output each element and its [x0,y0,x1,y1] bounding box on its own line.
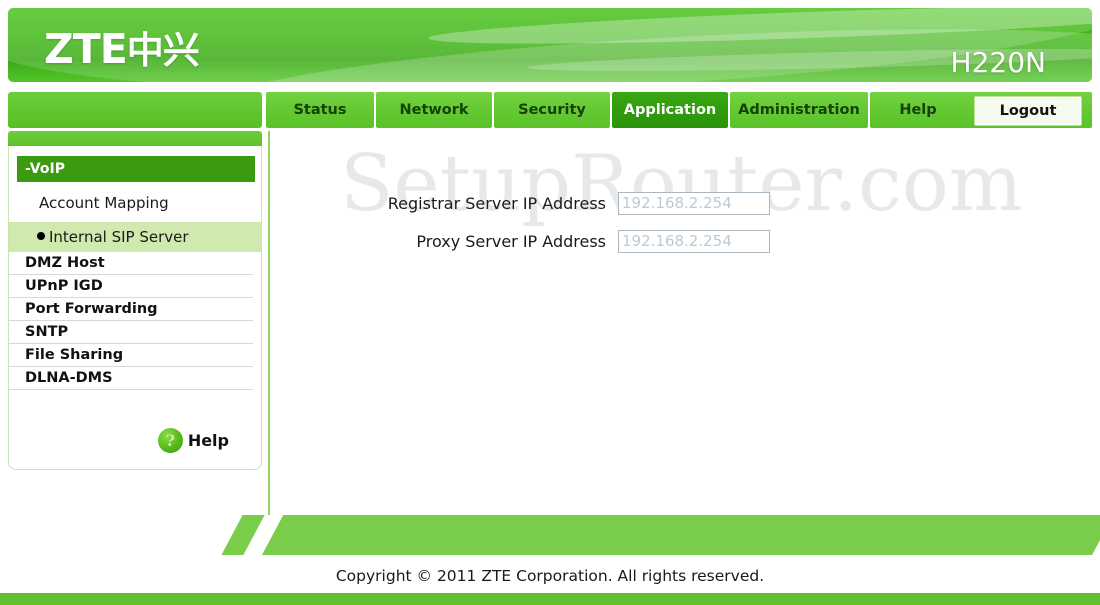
sidebar-item-label: Account Mapping [39,194,169,212]
logout-cell: Logout [962,92,1092,128]
router-model-label: H220N [950,46,1046,79]
sidebar-item-dmz-host[interactable]: DMZ Host [9,252,253,275]
router-admin-page: ZTE中兴 H220N Status Network Security Appl… [0,0,1100,605]
question-mark-icon: ? [157,428,183,453]
sidebar-menu: -VoIP Account Mapping Internal SIP Serve… [8,146,262,470]
tab-help[interactable]: Help [870,92,966,128]
help-link[interactable]: ? Help [157,428,229,453]
header-banner: ZTE中兴 H220N [8,8,1092,82]
registrar-server-label: Registrar Server IP Address [387,193,606,213]
tab-application[interactable]: Application [612,92,728,128]
form-row-registrar-server: Registrar Server IP Address [270,187,1092,219]
bullet-icon [37,232,45,240]
main-navigation: Status Network Security Application Admi… [0,90,1100,130]
page-header: ZTE中兴 H220N [0,0,1100,88]
zte-logo: ZTE中兴 [44,25,200,74]
sidebar-item-dlna-dms[interactable]: DLNA-DMS [9,367,253,390]
tab-security[interactable]: Security [494,92,610,128]
copyright-text: Copyright © 2011 ZTE Corporation. All ri… [335,567,765,585]
sidebar-item-list: DMZ Host UPnP IGD Port Forwarding SNTP F… [9,252,261,390]
sidebar-item-account-mapping[interactable]: Account Mapping [9,188,261,218]
sidebar-item-upnp-igd[interactable]: UPnP IGD [9,275,253,298]
main-content-panel: SetupRouter.com Registrar Server IP Addr… [268,131,1092,515]
form-row-proxy-server: Proxy Server IP Address [270,225,1092,257]
sidebar-item-internal-sip-server[interactable]: Internal SIP Server [9,222,261,252]
tab-administration[interactable]: Administration [730,92,868,128]
sidebar-top-strip [8,131,262,146]
sidebar-item-file-sharing[interactable]: File Sharing [9,344,253,367]
registrar-server-ip-input[interactable] [618,191,770,215]
sidebar-group-voip[interactable]: -VoIP [17,156,255,182]
help-label: Help [187,431,229,450]
tab-status[interactable]: Status [266,92,374,128]
nav-left-filler [8,92,262,128]
logout-button[interactable]: Logout [974,96,1082,126]
nav-tab-list: Status Network Security Application Admi… [266,92,966,128]
sip-server-form: Registrar Server IP Address Proxy Server… [270,187,1092,263]
proxy-server-ip-input[interactable] [618,229,770,253]
proxy-server-label: Proxy Server IP Address [416,231,606,251]
sidebar-item-label: Internal SIP Server [49,228,189,246]
logo-text: ZTE [44,25,128,73]
footer-bottom-strip [0,593,1100,605]
tab-network[interactable]: Network [376,92,492,128]
footer-graphic [0,515,1100,555]
sidebar-item-sntp[interactable]: SNTP [9,321,253,344]
footer-bar [290,515,1092,555]
footer-slash-decoration [221,515,265,555]
sidebar-item-port-forwarding[interactable]: Port Forwarding [9,298,253,321]
logo-chinese-text: 中兴 [126,29,200,72]
